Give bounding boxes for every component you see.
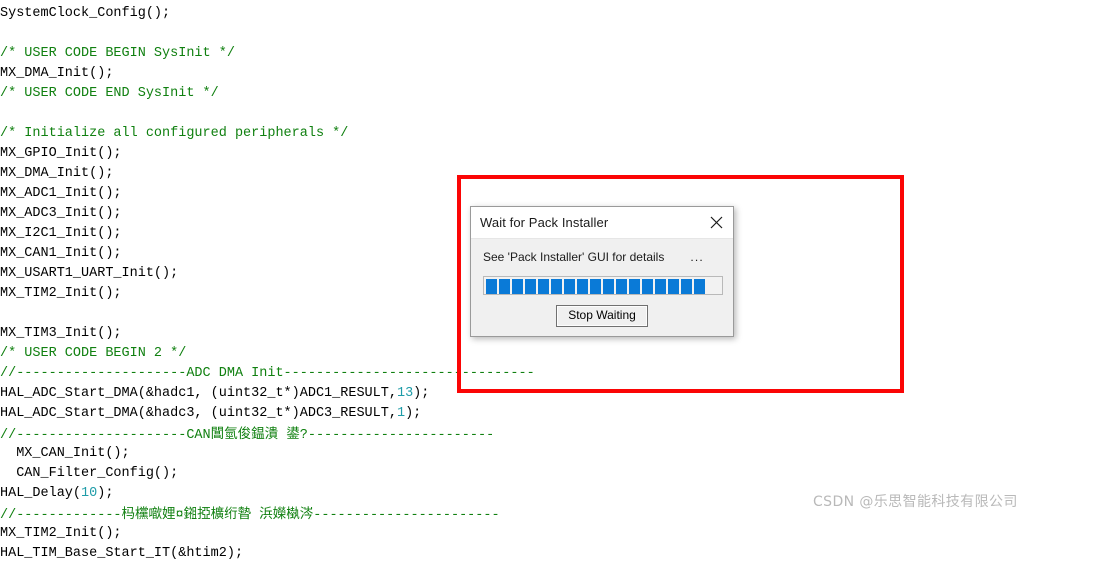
progress-segment (642, 279, 653, 294)
code-token-cjk: 鍙 (286, 426, 300, 442)
progress-segment (577, 279, 588, 294)
stop-waiting-button[interactable]: Stop Waiting (556, 305, 648, 327)
code-token-cjk: 閶氫俊鎾潰 (210, 426, 279, 442)
code-line: MX_TIM2_Init(); (0, 524, 1102, 544)
code-token-plain: MX_I2C1_Init(); (0, 226, 122, 241)
dialog-title: Wait for Pack Installer (480, 215, 609, 230)
code-token-plain: MX_USART1_UART_Init(); (0, 266, 179, 281)
progress-bar (483, 276, 723, 295)
code-token-plain: MX_CAN1_Init(); (0, 246, 122, 261)
code-line: MX_GPIO_Init(); (0, 144, 1102, 164)
code-line: /* USER CODE BEGIN 2 */ (0, 344, 1102, 364)
progress-segment (551, 279, 562, 294)
code-token-plain: MX_DMA_Init(); (0, 166, 114, 181)
dialog-titlebar[interactable]: Wait for Pack Installer (471, 207, 733, 239)
wait-for-pack-installer-dialog: Wait for Pack Installer See 'Pack Instal… (470, 206, 734, 337)
code-token-plain: HAL_ADC_Start_DMA(&hadc1, (uint32_t*)ADC… (0, 386, 397, 401)
progress-segment (512, 279, 523, 294)
code-token-comment: /* Initialize all configured peripherals… (0, 126, 349, 141)
progress-segment (590, 279, 601, 294)
close-icon[interactable] (699, 207, 733, 238)
progress-segment (655, 279, 666, 294)
code-token-comment: ?----------------------- (299, 428, 495, 443)
code-token-plain: MX_CAN_Init(); (0, 446, 130, 461)
code-line: /* Initialize all configured peripherals… (0, 124, 1102, 144)
code-token-cjk: 浜嬫槸涔 (259, 506, 314, 522)
code-line: HAL_ADC_Start_DMA(&hadc3, (uint32_t*)ADC… (0, 404, 1102, 424)
code-token-comment: //---------------------ADC DMA Init-----… (0, 366, 535, 381)
progress-segment (603, 279, 614, 294)
code-line: MX_DMA_Init(); (0, 164, 1102, 184)
progress-segment (616, 279, 627, 294)
code-line: MX_CAN_Init(); (0, 444, 1102, 464)
code-token-plain: HAL_Delay( (0, 486, 82, 501)
code-token-comment: ----------------------- (313, 508, 500, 523)
progress-segment (629, 279, 640, 294)
code-line (0, 24, 1102, 44)
code-token-plain: CAN_Filter_Config(); (0, 466, 179, 481)
code-token-plain: HAL_ADC_Start_DMA(&hadc3, (uint32_t*)ADC… (0, 406, 397, 421)
code-line: /* USER CODE END SysInit */ (0, 84, 1102, 104)
progress-segment (564, 279, 575, 294)
code-token-cjk: 鎺掗櫎绗暬 (183, 506, 252, 522)
progress-segment (694, 279, 705, 294)
code-line: HAL_TIM_Base_Start_IT(&htim2); (0, 544, 1102, 564)
progress-ellipsis: ... (690, 250, 704, 264)
progress-segment (538, 279, 549, 294)
code-token-plain: ); (97, 486, 114, 501)
dialog-body: See 'Pack Installer' GUI for details ...… (471, 239, 733, 327)
code-line: //---------------------ADC DMA Init-----… (0, 364, 1102, 384)
code-token-plain: MX_TIM2_Init(); (0, 526, 122, 541)
code-token-plain: HAL_TIM_Base_Start_IT(&htim2); (0, 546, 244, 561)
code-token-cjk: 杩欓噷娌 (121, 506, 176, 522)
progress-segment (525, 279, 536, 294)
code-token-number: 10 (81, 486, 98, 501)
code-token-plain: MX_TIM3_Init(); (0, 326, 122, 341)
code-token-number: 13 (396, 386, 414, 401)
code-token-comment: ¤ (175, 508, 184, 523)
code-line: /* USER CODE BEGIN SysInit */ (0, 44, 1102, 64)
dialog-message-row: See 'Pack Installer' GUI for details ... (483, 250, 721, 267)
code-token-plain: MX_TIM2_Init(); (0, 286, 122, 301)
code-token-comment: /* USER CODE BEGIN SysInit */ (0, 46, 235, 61)
code-token-plain: MX_ADC1_Init(); (0, 186, 122, 201)
code-line (0, 104, 1102, 124)
dialog-message: See 'Pack Installer' GUI for details (483, 250, 665, 264)
code-token-plain: MX_GPIO_Init(); (0, 146, 122, 161)
code-token-plain: ); (405, 406, 422, 421)
code-line: HAL_ADC_Start_DMA(&hadc1, (uint32_t*)ADC… (0, 384, 1102, 404)
progress-segment (681, 279, 692, 294)
code-line: //---------------------CAN閶氫俊鎾潰 鍙?------… (0, 424, 1102, 444)
code-token-plain: MX_DMA_Init(); (0, 66, 114, 81)
progress-bar-fill (486, 279, 720, 294)
code-token-number: 1 (396, 406, 406, 421)
csdn-watermark: CSDN @乐思智能科技有限公司 (813, 494, 1018, 510)
code-token-plain: ); (413, 386, 430, 401)
progress-segment (486, 279, 497, 294)
progress-segment (499, 279, 510, 294)
code-token-comment: /* USER CODE BEGIN 2 */ (0, 346, 187, 361)
dialog-button-row: Stop Waiting (483, 305, 721, 327)
code-token-comment: /* USER CODE END SysInit */ (0, 86, 219, 101)
code-token-plain: MX_ADC3_Init(); (0, 206, 122, 221)
code-token-comment: //------------- (0, 508, 122, 523)
code-token-plain: SystemClock_Config(); (0, 6, 171, 21)
code-line: CAN_Filter_Config(); (0, 464, 1102, 484)
progress-segment (668, 279, 679, 294)
code-token-comment: //---------------------CAN (0, 428, 211, 443)
code-line: SystemClock_Config(); (0, 4, 1102, 24)
code-line: MX_ADC1_Init(); (0, 184, 1102, 204)
code-line: MX_DMA_Init(); (0, 64, 1102, 84)
